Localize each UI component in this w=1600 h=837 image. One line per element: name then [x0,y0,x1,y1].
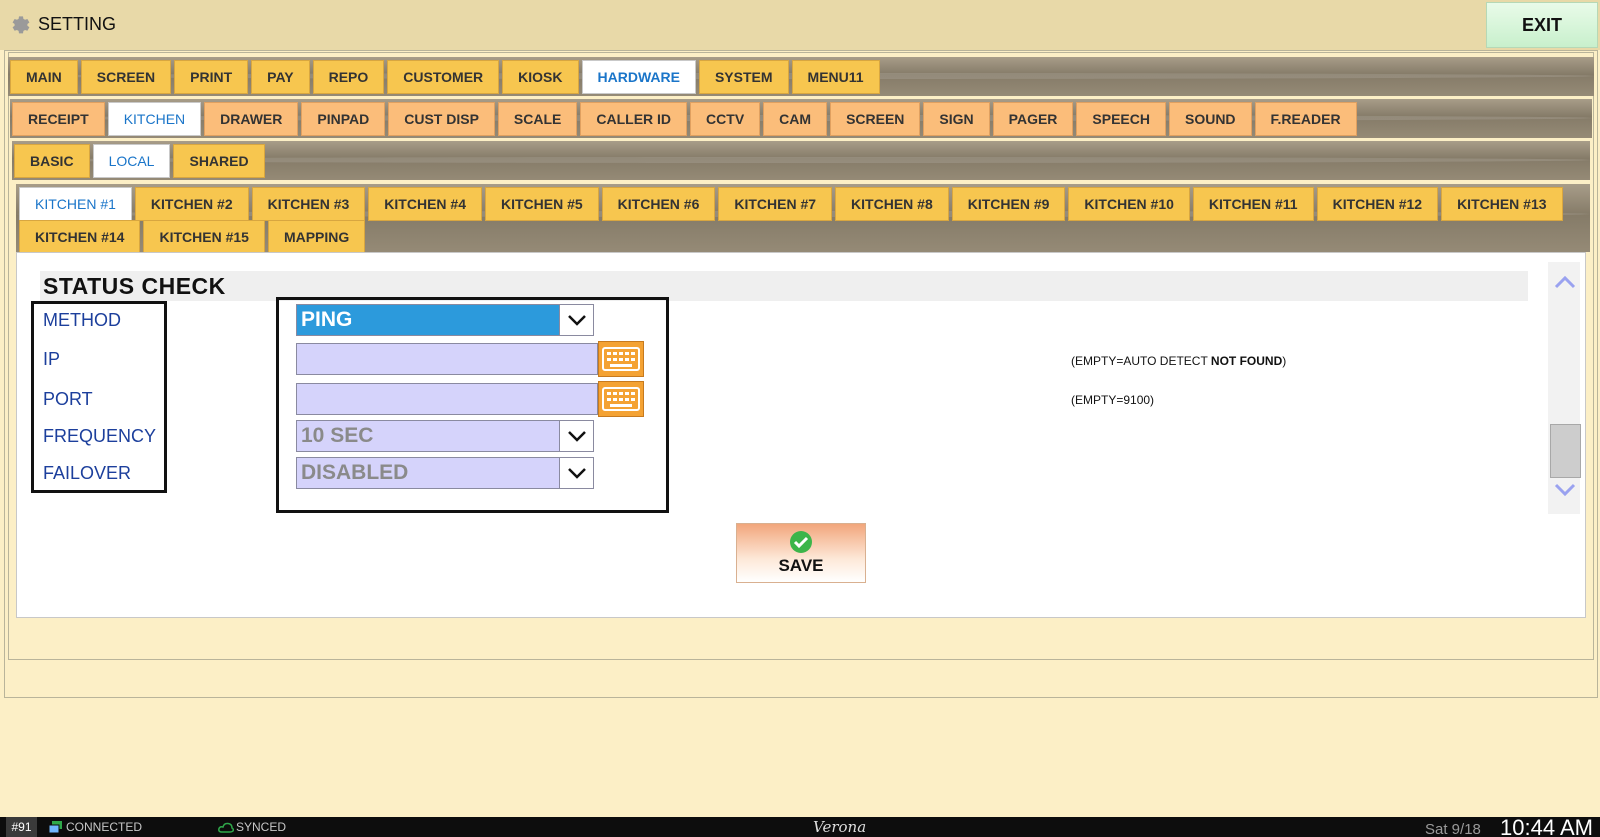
tabs-kitchen-number-row1: KITCHEN #1 KITCHEN #2 KITCHEN #3 KITCHEN… [19,187,1563,221]
tab-kitchen-5[interactable]: KITCHEN #5 [484,187,599,221]
gear-icon [12,16,30,34]
failover-label: FAILOVER [43,463,132,483]
section-title: STATUS CHECK [43,273,226,299]
port-label: PORT [43,389,93,409]
tab-hardware[interactable]: HARDWARE [581,60,696,94]
tab-sound[interactable]: SOUND [1168,102,1252,136]
chevron-down-icon[interactable] [559,305,593,335]
station-number: #91 [6,817,37,837]
tab-screen-hw[interactable]: SCREEN [830,102,921,136]
network-icon [48,821,62,834]
port-hint: (EMPTY=9100) [1071,393,1155,407]
save-button[interactable]: SAVE [736,523,866,583]
tab-kitchen-9[interactable]: KITCHEN #9 [951,187,1066,221]
tab-repo[interactable]: REPO [312,60,385,94]
checkmark-icon [790,531,812,553]
sync-status: SYNCED [236,820,287,834]
scroll-down-icon[interactable] [1550,478,1580,502]
frequency-select[interactable]: 10 SEC [296,420,594,452]
tab-cust-disp[interactable]: CUST DISP [388,102,495,136]
section-header [40,271,1528,301]
tab-drawer[interactable]: DRAWER [204,102,299,136]
port-keyboard-button[interactable] [598,381,644,417]
port-input[interactable] [296,383,598,415]
keyboard-icon [602,387,640,411]
tab-local[interactable]: LOCAL [92,144,171,178]
ip-keyboard-button[interactable] [598,341,644,377]
tab-kitchen-1[interactable]: KITCHEN #1 [19,187,132,221]
tab-kitchen-2[interactable]: KITCHEN #2 [134,187,249,221]
tab-pay[interactable]: PAY [251,60,310,94]
tab-speech[interactable]: SPEECH [1076,102,1166,136]
frequency-value: 10 SEC [297,421,559,451]
frequency-label: FREQUENCY [43,426,157,446]
tab-kitchen-13[interactable]: KITCHEN #13 [1441,187,1563,221]
tab-caller-id[interactable]: CALLER ID [580,102,688,136]
tab-kitchen-14[interactable]: KITCHEN #14 [19,220,141,254]
tab-kitchen-11[interactable]: KITCHEN #11 [1192,187,1314,221]
brand-name: Verona [813,818,867,836]
method-select[interactable]: PING [296,304,594,336]
cloud-icon [218,822,234,833]
tabs-kitchen-scope: BASIC LOCAL SHARED [14,144,265,178]
keyboard-icon [602,347,640,371]
tab-kitchen-15[interactable]: KITCHEN #15 [143,220,265,254]
tabs-main: MAIN SCREEN PRINT PAY REPO CUSTOMER KIOS… [10,60,880,94]
tab-customer[interactable]: CUSTOMER [387,60,500,94]
ip-input[interactable] [296,343,598,375]
tab-kitchen-8[interactable]: KITCHEN #8 [835,187,949,221]
method-value: PING [297,305,559,335]
tabs-hardware: RECEIPT KITCHEN DRAWER PINPAD CUST DISP … [12,102,1357,136]
title-bar: SETTING EXIT [0,0,1600,50]
tab-kitchen-12[interactable]: KITCHEN #12 [1316,187,1439,221]
tab-mapping[interactable]: MAPPING [267,220,366,254]
scrollbar-thumb[interactable] [1550,424,1581,478]
status-time: 10:44 AM [1500,815,1593,837]
tabs-kitchen-number-row2: KITCHEN #14 KITCHEN #15 MAPPING [19,220,366,254]
tab-kiosk[interactable]: KIOSK [502,60,579,94]
tab-scale[interactable]: SCALE [497,102,578,136]
tab-kitchen[interactable]: KITCHEN [107,102,202,136]
tab-basic[interactable]: BASIC [14,144,90,178]
tab-pager[interactable]: PAGER [992,102,1074,136]
page-title: SETTING [38,14,117,34]
ip-hint: (EMPTY=AUTO DETECT NOT FOUND) [1071,354,1287,368]
tab-f-reader[interactable]: F.READER [1254,102,1357,136]
chevron-down-icon[interactable] [559,458,593,488]
scroll-up-icon[interactable] [1550,270,1580,294]
status-bar: #91 CONNECTED SYNCED Verona Sat 9/18 10:… [0,815,1600,837]
save-label: SAVE [778,556,824,575]
tab-kitchen-7[interactable]: KITCHEN #7 [718,187,833,221]
tab-kitchen-3[interactable]: KITCHEN #3 [251,187,366,221]
method-label: METHOD [43,310,121,330]
tab-cctv[interactable]: CCTV [690,102,761,136]
tab-system[interactable]: SYSTEM [698,60,789,94]
tab-main[interactable]: MAIN [10,60,78,94]
tab-cam[interactable]: CAM [763,102,828,136]
tab-sign[interactable]: SIGN [923,102,990,136]
tab-kitchen-10[interactable]: KITCHEN #10 [1068,187,1190,221]
tab-kitchen-6[interactable]: KITCHEN #6 [601,187,716,221]
tab-kitchen-4[interactable]: KITCHEN #4 [368,187,482,221]
tab-receipt[interactable]: RECEIPT [12,102,105,136]
tab-screen[interactable]: SCREEN [80,60,172,94]
tab-pinpad[interactable]: PINPAD [301,102,386,136]
tab-menu11[interactable]: MENU11 [791,60,880,94]
failover-value: DISABLED [297,458,559,488]
ip-label: IP [43,349,61,369]
status-date: Sat 9/18 [1425,821,1481,837]
tab-shared[interactable]: SHARED [173,144,265,178]
failover-select[interactable]: DISABLED [296,457,594,489]
chevron-down-icon[interactable] [559,421,593,451]
tab-print[interactable]: PRINT [174,60,249,94]
exit-button[interactable]: EXIT [1486,2,1598,48]
connection-status: CONNECTED [66,820,143,834]
